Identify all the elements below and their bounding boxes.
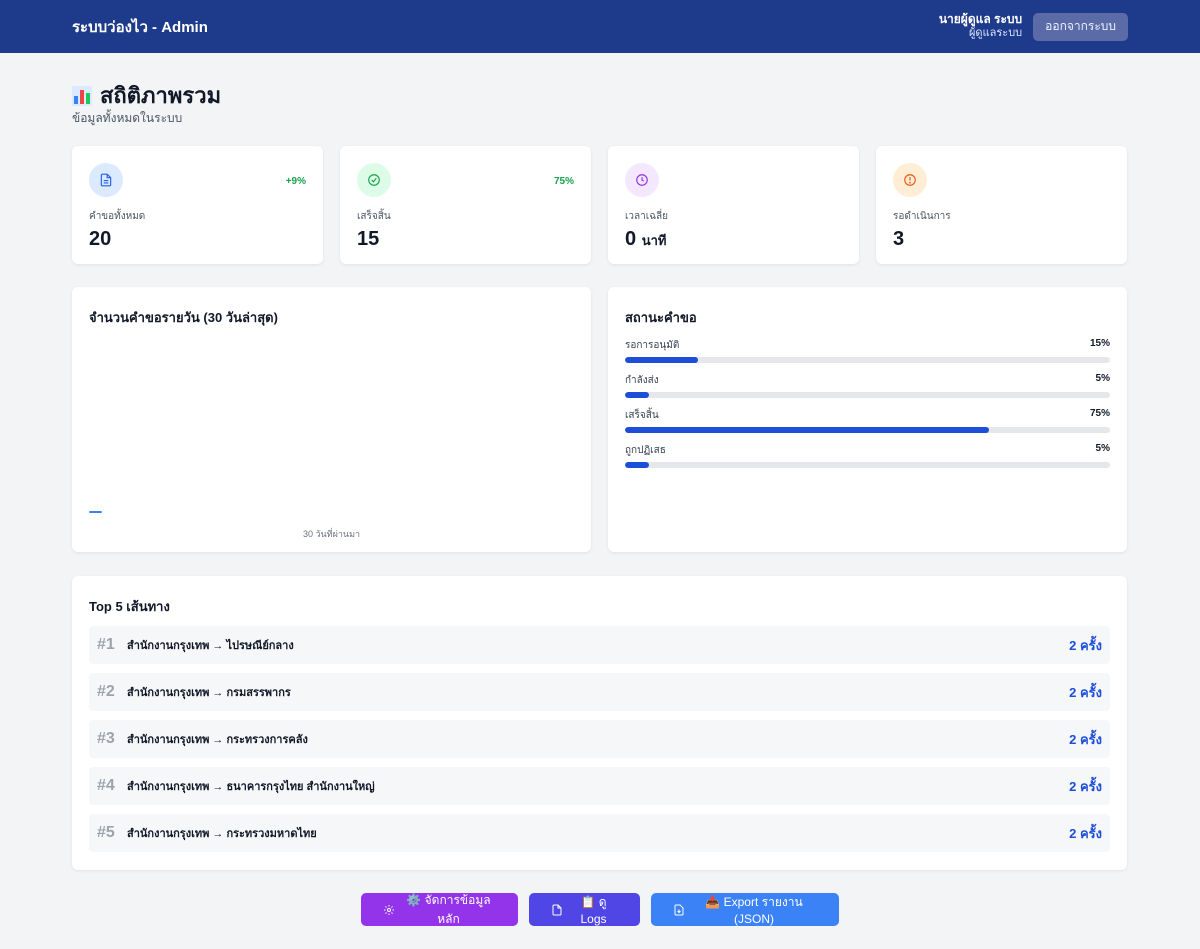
status-label: ถูกปฏิเสธ <box>625 445 666 456</box>
route-count: 2 ครั้ง <box>1069 731 1102 747</box>
action-buttons: ⚙️ จัดการข้อมูลหลัก 📋 ดู Logs 📥 Export ร… <box>0 893 1200 926</box>
document-icon <box>551 904 563 916</box>
route-name: สำนักงานกรุงเทพ → กระทรวงการคลัง <box>127 734 308 746</box>
route-rank: #3 <box>97 730 115 747</box>
status-label: กำลังส่ง <box>625 375 659 386</box>
stat-card-average-time: เวลาเฉลี่ย 0 นาที <box>608 146 859 264</box>
routes-title: Top 5 เส้นทาง <box>89 599 170 614</box>
status-label: รอการอนุมัติ <box>625 340 680 351</box>
stat-badge: 75% <box>553 176 574 187</box>
gear-icon <box>383 904 395 916</box>
route-rank: #5 <box>97 824 115 841</box>
stat-value: 20 <box>89 228 306 251</box>
check-circle-icon <box>357 163 391 197</box>
status-row-in-transit: กำลังส่ง 5% <box>625 373 1110 398</box>
route-row[interactable]: #2 สำนักงานกรุงเทพ → กรมสรรพากร 2 ครั้ง <box>89 673 1110 711</box>
stat-card-total-requests: +9% คำขอทั้งหมด 20 <box>72 146 323 264</box>
status-row-rejected: ถูกปฏิเสธ 5% <box>625 443 1110 468</box>
chart-bar <box>89 511 102 513</box>
manage-master-data-button[interactable]: ⚙️ จัดการข้อมูลหลัก <box>361 893 518 926</box>
status-percent: 5% <box>1095 443 1110 454</box>
top-routes-card: Top 5 เส้นทาง #1 สำนักงานกรุงเทพ → ไปรษณ… <box>72 576 1127 870</box>
stat-value: 15 <box>357 228 574 251</box>
bar-chart-icon <box>72 85 92 106</box>
route-row[interactable]: #5 สำนักงานกรุงเทพ → กระทรวงมหาดไทย 2 คร… <box>89 814 1110 852</box>
top-navbar: ระบบว่องไว - Admin นายผู้ดูแล ระบบ ผู้ดู… <box>0 0 1200 53</box>
progress-track <box>625 392 1110 398</box>
route-rank: #1 <box>97 636 115 653</box>
route-count: 2 ครั้ง <box>1069 684 1102 700</box>
user-info: นายผู้ดูแล ระบบ ผู้ดูแลระบบ <box>938 12 1023 40</box>
progress-track <box>625 462 1110 468</box>
progress-fill <box>625 427 989 433</box>
stat-number: 0 <box>625 228 637 250</box>
route-row[interactable]: #3 สำนักงานกรุงเทพ → กระทรวงการคลัง 2 คร… <box>89 720 1110 758</box>
daily-requests-chart-card: จำนวนคำขอรายวัน (30 วันล่าสุด) 30 วันที่… <box>72 287 591 552</box>
stat-label: เวลาเฉลี่ย <box>625 211 668 222</box>
stat-number: 15 <box>357 228 380 250</box>
app-brand[interactable]: ระบบว่องไว - Admin <box>72 15 208 39</box>
route-count: 2 ครั้ง <box>1069 825 1102 841</box>
user-role: ผู้ดูแลระบบ <box>968 27 1023 40</box>
stat-card-pending: รอดำเนินการ 3 <box>876 146 1127 264</box>
stat-label: คำขอทั้งหมด <box>89 211 146 222</box>
route-count: 2 ครั้ง <box>1069 778 1102 794</box>
stat-card-completed: 75% เสร็จสิ้น 15 <box>340 146 591 264</box>
stat-unit: นาที <box>641 233 667 248</box>
chart-title: จำนวนคำขอรายวัน (30 วันล่าสุด) <box>89 310 278 325</box>
user-area: นายผู้ดูแล ระบบ ผู้ดูแลระบบ ออกจากระบบ <box>938 12 1128 41</box>
manage-master-data-label: ⚙️ จัดการข้อมูลหลัก <box>406 892 491 926</box>
request-status-card: สถานะคำขอ รอการอนุมัติ 15% กำลังส่ง 5% เสร… <box>608 287 1127 552</box>
page-title-text: สถิติภาพรวม <box>100 83 222 108</box>
route-name: สำนักงานกรุงเทพ → กรมสรรพากร <box>127 687 291 699</box>
logout-button[interactable]: ออกจากระบบ <box>1033 12 1128 41</box>
stat-value: 0 นาที <box>625 228 842 251</box>
route-rank: #2 <box>97 683 115 700</box>
stat-value: 3 <box>893 228 1110 251</box>
progress-fill <box>625 357 698 363</box>
route-row[interactable]: #4 สำนักงานกรุงเทพ → ธนาคารกรุงไทย สำนัก… <box>89 767 1110 805</box>
route-rank: #4 <box>97 777 115 794</box>
status-label: เสร็จสิ้น <box>625 410 659 421</box>
page-subtitle: ข้อมูลทั้งหมดในระบบ <box>72 111 183 125</box>
status-row-completed: เสร็จสิ้น 75% <box>625 408 1110 433</box>
route-count: 2 ครั้ง <box>1069 637 1102 653</box>
page-title: สถิติภาพรวม <box>72 78 221 113</box>
view-logs-label: 📋 ดู Logs <box>580 895 607 926</box>
stat-label: รอดำเนินการ <box>893 211 951 222</box>
user-name: นายผู้ดูแล ระบบ <box>938 12 1023 27</box>
status-row-pending-approval: รอการอนุมัติ 15% <box>625 338 1110 363</box>
document-icon <box>89 163 123 197</box>
status-title: สถานะคำขอ <box>625 310 697 325</box>
progress-fill <box>625 462 650 468</box>
progress-track <box>625 357 1110 363</box>
route-name: สำนักงานกรุงเทพ → กระทรวงมหาดไทย <box>127 828 317 840</box>
stat-number: 3 <box>893 228 905 250</box>
status-percent: 75% <box>1089 408 1110 419</box>
export-report-button[interactable]: 📥 Export รายงาน (JSON) <box>651 893 839 926</box>
progress-track <box>625 427 1110 433</box>
alert-circle-icon <box>893 163 927 197</box>
export-report-label: 📥 Export รายงาน (JSON) <box>705 895 803 926</box>
status-percent: 5% <box>1095 373 1110 384</box>
route-name: สำนักงานกรุงเทพ → ธนาคารกรุงไทย สำนักงาน… <box>127 781 375 793</box>
view-logs-button[interactable]: 📋 ดู Logs <box>529 893 640 926</box>
progress-fill <box>625 392 650 398</box>
chart-x-axis-label: 30 วันที่ผ่านมา <box>302 529 361 539</box>
stat-badge: +9% <box>285 176 306 187</box>
daily-requests-chart <box>89 511 102 513</box>
route-name: สำนักงานกรุงเทพ → ไปรษณีย์กลาง <box>127 640 294 652</box>
stat-number: 20 <box>89 228 112 250</box>
stat-label: เสร็จสิ้น <box>357 211 391 222</box>
status-percent: 15% <box>1089 338 1110 349</box>
file-download-icon <box>673 904 685 916</box>
route-row[interactable]: #1 สำนักงานกรุงเทพ → ไปรษณีย์กลาง 2 ครั้… <box>89 626 1110 664</box>
clock-icon <box>625 163 659 197</box>
